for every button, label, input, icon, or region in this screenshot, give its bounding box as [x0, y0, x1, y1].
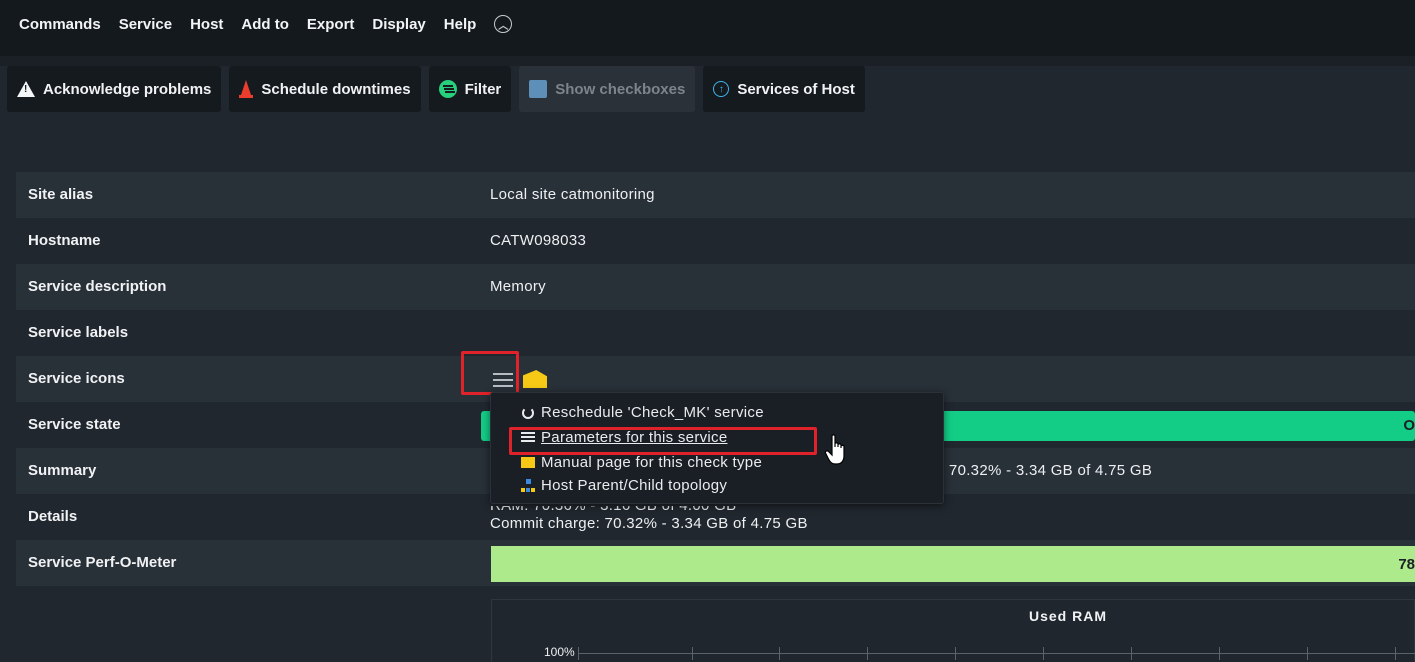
filter-button[interactable]: Filter — [428, 66, 512, 112]
menu-display[interactable]: Display — [372, 16, 425, 33]
schedule-downtimes-label: Schedule downtimes — [261, 80, 411, 98]
filter-icon — [438, 80, 457, 98]
checkbox-icon — [529, 80, 548, 98]
menu-add-to[interactable]: Add to — [241, 16, 288, 33]
details-label: Details — [28, 508, 78, 525]
perf-o-meter-bar[interactable]: 78 — [491, 546, 1415, 582]
action-toolbar: Acknowledge problems Schedule downtimes … — [7, 66, 873, 112]
filter-label: Filter — [464, 80, 502, 98]
summary-label: Summary — [28, 462, 97, 479]
site-alias-label: Site alias — [28, 186, 94, 203]
perf-o-meter-label: Service Perf-O-Meter — [28, 554, 177, 571]
graph-tick — [1395, 647, 1396, 660]
graph-tick — [867, 647, 868, 660]
perf-o-meter-value: 78 — [1398, 556, 1415, 573]
hostname-value: CATW098033 — [490, 232, 587, 249]
row-perf-o-meter: Service Perf-O-Meter 78 — [16, 540, 1415, 586]
graph-tick — [1131, 647, 1132, 660]
main-menu: Commands Service Host Add to Export Disp… — [19, 15, 513, 33]
menu-service[interactable]: Service — [119, 16, 172, 33]
folder-icon — [521, 456, 535, 470]
used-ram-graph[interactable]: Used RAM 100% — [491, 599, 1415, 662]
graph-tick — [779, 647, 780, 660]
chevron-up-circle-icon[interactable]: ︿ — [494, 15, 513, 33]
acknowledge-problems-label: Acknowledge problems — [43, 80, 212, 98]
services-of-host-button[interactable]: ↑ Services of Host — [703, 66, 865, 112]
row-service-description: Service description Memory — [16, 264, 1415, 310]
reload-icon — [521, 406, 535, 420]
hand-cursor-icon — [824, 434, 845, 465]
show-checkboxes-label: Show checkboxes — [555, 80, 686, 98]
service-icons-label: Service icons — [28, 370, 125, 387]
graph-tick — [692, 647, 693, 660]
topology-icon — [521, 479, 535, 493]
reschedule-menu-item[interactable]: Reschedule 'Check_MK' service — [521, 404, 764, 421]
traffic-cone-icon — [239, 80, 254, 98]
menu-export[interactable]: Export — [307, 16, 355, 33]
topology-label: Host Parent/Child topology — [541, 477, 728, 494]
menu-icon[interactable] — [493, 369, 515, 387]
service-description-label: Service description — [28, 278, 167, 295]
info-icon: ↑ — [713, 81, 730, 97]
graph-gridline — [578, 653, 1415, 654]
menu-bar: Commands Service Host Add to Export Disp… — [0, 0, 1415, 66]
manual-page-label: Manual page for this check type — [541, 454, 763, 471]
graph-title: Used RAM — [1029, 608, 1108, 624]
graph-tick — [578, 647, 579, 660]
services-of-host-label: Services of Host — [737, 80, 855, 98]
show-checkboxes-button[interactable]: Show checkboxes — [519, 66, 696, 112]
hostname-label: Hostname — [28, 232, 101, 249]
menu-host[interactable]: Host — [190, 16, 223, 33]
folder-icon[interactable] — [523, 370, 547, 390]
graph-tick — [1043, 647, 1044, 660]
service-state-label: Service state — [28, 416, 121, 433]
details-value: RAM: 70.36% - 3.16 GB of 4.00 GB Commit … — [490, 506, 808, 533]
reschedule-label: Reschedule 'Check_MK' service — [541, 404, 764, 421]
warning-icon — [17, 81, 35, 97]
row-hostname: Hostname CATW098033 — [16, 218, 1415, 264]
acknowledge-problems-button[interactable]: Acknowledge problems — [7, 66, 222, 112]
summary-value: : 70.32% - 3.34 GB of 4.75 GB — [940, 462, 1153, 479]
parameters-highlight-box — [509, 427, 817, 455]
state-text: O — [1403, 417, 1415, 434]
manual-page-menu-item[interactable]: Manual page for this check type — [521, 454, 762, 471]
details-line-2: Commit charge: 70.32% - 3.34 GB of 4.75 … — [490, 515, 808, 532]
graph-tick — [1307, 647, 1308, 660]
menu-help[interactable]: Help — [444, 16, 477, 33]
menu-commands[interactable]: Commands — [19, 16, 101, 33]
site-alias-value: Local site catmonitoring — [490, 186, 655, 203]
details-line-1: RAM: 70.36% - 3.16 GB of 4.00 GB — [490, 506, 736, 514]
service-labels-label: Service labels — [28, 324, 129, 341]
service-description-value: Memory — [490, 278, 546, 295]
row-site-alias: Site alias Local site catmonitoring — [16, 172, 1415, 218]
row-service-labels: Service labels — [16, 310, 1415, 356]
schedule-downtimes-button[interactable]: Schedule downtimes — [229, 66, 421, 112]
graph-tick — [1219, 647, 1220, 660]
topology-menu-item[interactable]: Host Parent/Child topology — [521, 477, 727, 494]
graph-tick — [955, 647, 956, 660]
graph-y-tick-label: 100% — [544, 645, 575, 659]
